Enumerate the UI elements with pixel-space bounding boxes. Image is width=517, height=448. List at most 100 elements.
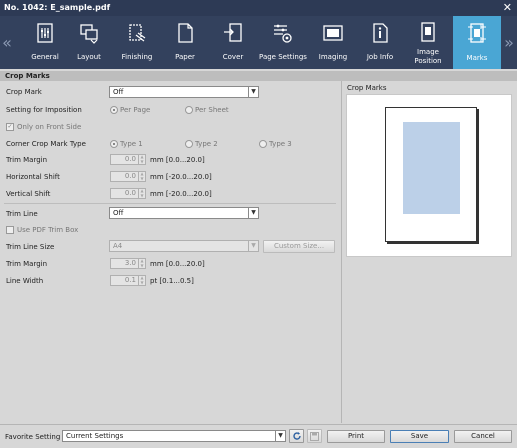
line-width-stepper[interactable]: 0.1 ▲ ▼ xyxy=(110,275,146,286)
bottom-bar: Favorite Setting Current Settings ▼ Prin… xyxy=(0,424,517,448)
settings-form: Crop Mark Off ▼ Setting for Imposition P… xyxy=(0,81,340,423)
tab-label: Layout xyxy=(77,53,101,61)
stepper-arrows-icon[interactable]: ▲ ▼ xyxy=(138,258,145,268)
stepper-value: 3.0 xyxy=(124,259,136,267)
tab-cover[interactable]: Cover xyxy=(212,16,254,69)
stepper-arrows-icon[interactable]: ▲ ▼ xyxy=(138,154,145,164)
only-front-side-checkbox[interactable]: ✓ Only on Front Side xyxy=(6,123,81,131)
imposition-label: Setting for Imposition xyxy=(6,106,82,114)
v-shift-label: Vertical Shift xyxy=(6,190,51,198)
tab-page-settings[interactable]: Page Settings xyxy=(256,16,310,69)
tab-label: Paper xyxy=(175,53,195,61)
category-toolbar: « General Layout Finishing Paper Cover P… xyxy=(0,16,517,69)
stepper-value: 0.0 xyxy=(124,172,136,180)
radio-per-sheet[interactable]: Per Sheet xyxy=(185,106,229,114)
radio-label: Per Sheet xyxy=(195,106,229,114)
preview-sheet xyxy=(385,107,477,242)
stepper-arrows-icon[interactable]: ▲ ▼ xyxy=(138,171,145,181)
preview-title: Crop Marks xyxy=(347,84,387,92)
h-shift-stepper[interactable]: 0.0 ▲ ▼ xyxy=(110,171,146,182)
chevron-down-icon: ▼ xyxy=(248,241,258,251)
trim-size-label: Trim Line Size xyxy=(6,243,55,251)
radio-dot-icon xyxy=(110,106,118,114)
scroll-right-icon[interactable]: » xyxy=(502,16,516,69)
trim-margin-label: Trim Margin xyxy=(6,156,48,164)
radio-per-page[interactable]: Per Page xyxy=(110,106,150,114)
tab-paper[interactable]: Paper xyxy=(164,16,206,69)
tab-general[interactable]: General xyxy=(22,16,68,69)
crop-mark-value: Off xyxy=(113,88,124,96)
trim-margin2-label: Trim Margin xyxy=(6,260,48,268)
window-titlebar: No. 1042: E_sample.pdf ✕ xyxy=(0,0,517,16)
tab-job-info[interactable]: Job Info xyxy=(358,16,402,69)
checkbox-box-icon xyxy=(6,226,14,234)
check-icon: ✓ xyxy=(6,123,14,131)
trim-line-select[interactable]: Off ▼ xyxy=(109,207,259,219)
preview-canvas xyxy=(346,94,512,257)
tab-label: General xyxy=(31,53,59,61)
chevron-down-icon: ▼ xyxy=(275,431,285,441)
crop-mark-label: Crop Mark xyxy=(6,88,42,96)
favorite-setting-select[interactable]: Current Settings ▼ xyxy=(62,430,286,442)
trim-margin2-unit: mm [0.0...20.0] xyxy=(150,260,205,268)
tab-label: Image Position xyxy=(414,48,442,65)
refresh-button[interactable] xyxy=(289,429,304,443)
radio-label: Type 1 xyxy=(120,140,143,148)
section-header: Crop Marks xyxy=(0,71,517,81)
favorite-setting-value: Current Settings xyxy=(66,432,124,440)
custom-size-button[interactable]: Custom Size... xyxy=(263,240,335,253)
save-favorite-button[interactable] xyxy=(307,429,322,443)
use-pdf-trim-box-checkbox[interactable]: Use PDF Trim Box xyxy=(6,226,78,234)
refresh-icon xyxy=(292,432,301,440)
print-button[interactable]: Print xyxy=(327,430,385,443)
radio-type-3[interactable]: Type 3 xyxy=(259,140,292,148)
checkbox-label: Only on Front Side xyxy=(17,123,82,131)
marks-icon xyxy=(468,23,486,43)
radio-label: Per Page xyxy=(120,106,151,114)
scroll-left-icon[interactable]: « xyxy=(0,16,14,69)
stepper-arrows-icon[interactable]: ▲ ▼ xyxy=(138,275,145,285)
trim-margin2-stepper[interactable]: 3.0 ▲ ▼ xyxy=(110,258,146,269)
radio-dot-icon xyxy=(110,140,118,148)
chevron-down-icon: ▼ xyxy=(248,87,258,97)
radio-label: Type 3 xyxy=(269,140,292,148)
radio-type-2[interactable]: Type 2 xyxy=(185,140,218,148)
tab-image-position[interactable]: Image Position xyxy=(404,16,452,69)
corner-type-label: Corner Crop Mark Type xyxy=(6,140,86,148)
close-icon[interactable]: ✕ xyxy=(503,0,512,16)
job-info-icon xyxy=(373,23,388,43)
chevron-down-icon: ▼ xyxy=(248,208,258,218)
radio-type-1[interactable]: Type 1 xyxy=(110,140,143,148)
tab-finishing[interactable]: Finishing xyxy=(114,16,160,69)
tab-label: Cover xyxy=(222,53,244,61)
crop-mark-select[interactable]: Off ▼ xyxy=(109,86,259,98)
floppy-disk-icon xyxy=(310,432,319,441)
radio-label: Type 2 xyxy=(195,140,218,148)
tab-label: Finishing xyxy=(121,53,153,61)
tab-label: Marks xyxy=(466,54,488,62)
stepper-value: 0.0 xyxy=(124,155,136,163)
finishing-icon xyxy=(129,24,146,42)
tab-imaging[interactable]: Imaging xyxy=(312,16,354,69)
trim-line-value: Off xyxy=(113,209,124,217)
tab-label: Job Info xyxy=(366,53,394,61)
trim-size-select[interactable]: A4 ▼ xyxy=(109,240,259,252)
trim-line-label: Trim Line xyxy=(6,210,38,218)
radio-dot-icon xyxy=(185,140,193,148)
divider xyxy=(4,203,336,204)
save-button[interactable]: Save xyxy=(390,430,449,443)
v-shift-stepper[interactable]: 0.0 ▲ ▼ xyxy=(110,188,146,199)
cancel-button[interactable]: Cancel xyxy=(454,430,512,443)
trim-size-value: A4 xyxy=(113,242,123,250)
trim-margin-stepper[interactable]: 0.0 ▲ ▼ xyxy=(110,154,146,165)
radio-dot-icon xyxy=(259,140,267,148)
tab-marks[interactable]: Marks xyxy=(453,16,501,69)
stepper-arrows-icon[interactable]: ▲ ▼ xyxy=(138,188,145,198)
layout-icon xyxy=(80,24,98,44)
window-title: No. 1042: E_sample.pdf xyxy=(4,3,111,12)
stepper-value: 0.0 xyxy=(124,189,136,197)
tab-layout[interactable]: Layout xyxy=(68,16,110,69)
paper-icon xyxy=(178,23,193,43)
trim-margin-unit: mm [0.0...20.0] xyxy=(150,156,205,164)
image-position-icon xyxy=(421,22,435,42)
